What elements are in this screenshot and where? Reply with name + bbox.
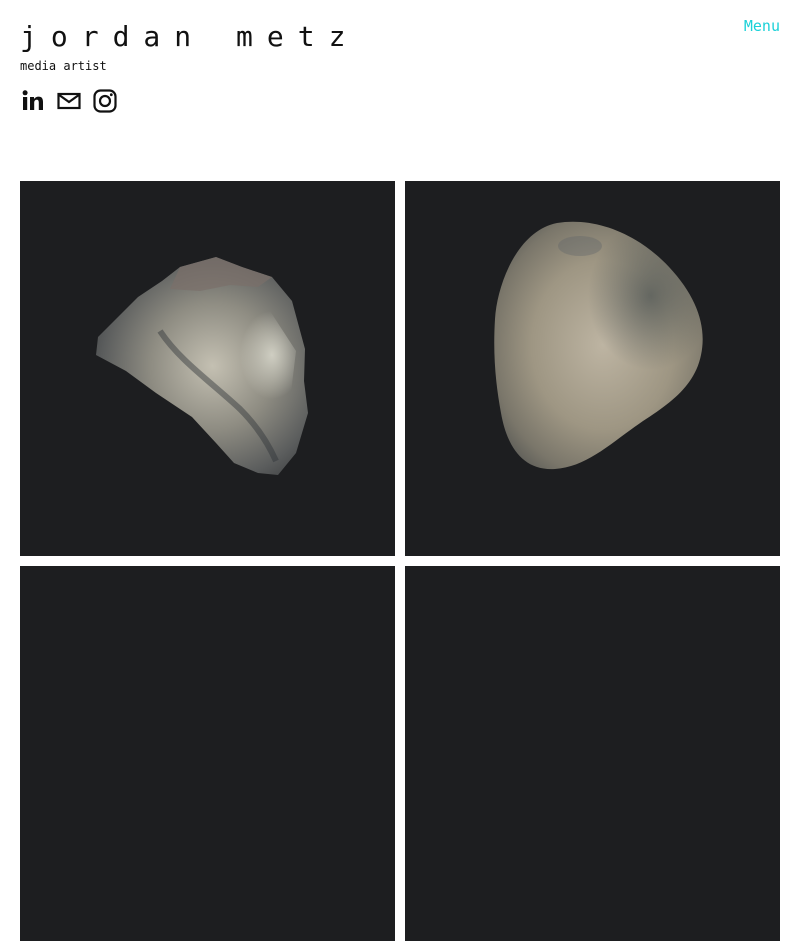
gallery-grid: rock-sculpture rounded-stone [20, 181, 780, 941]
mail-link[interactable] [56, 88, 82, 114]
mail-icon [57, 92, 81, 110]
linkedin-icon [22, 90, 43, 110]
instagram-link[interactable] [92, 88, 118, 114]
linkedin-link[interactable] [20, 88, 46, 114]
gallery-tile-rock-sculpture[interactable]: rock-sculpture [20, 181, 395, 556]
rock-sculpture-image [96, 257, 308, 475]
gallery-tile-4[interactable] [405, 566, 780, 941]
site-subtitle: media artist [20, 59, 107, 73]
site-title[interactable]: jordan metz [20, 20, 359, 54]
social-links [20, 88, 118, 114]
gallery-tile-rounded-stone[interactable]: rounded-stone [405, 181, 780, 556]
site-header: jordan metz media artist [20, 20, 359, 74]
rounded-stone-image [494, 221, 703, 470]
instagram-icon [93, 89, 117, 113]
menu-button[interactable]: Menu [744, 17, 780, 35]
gallery-tile-3[interactable] [20, 566, 395, 941]
